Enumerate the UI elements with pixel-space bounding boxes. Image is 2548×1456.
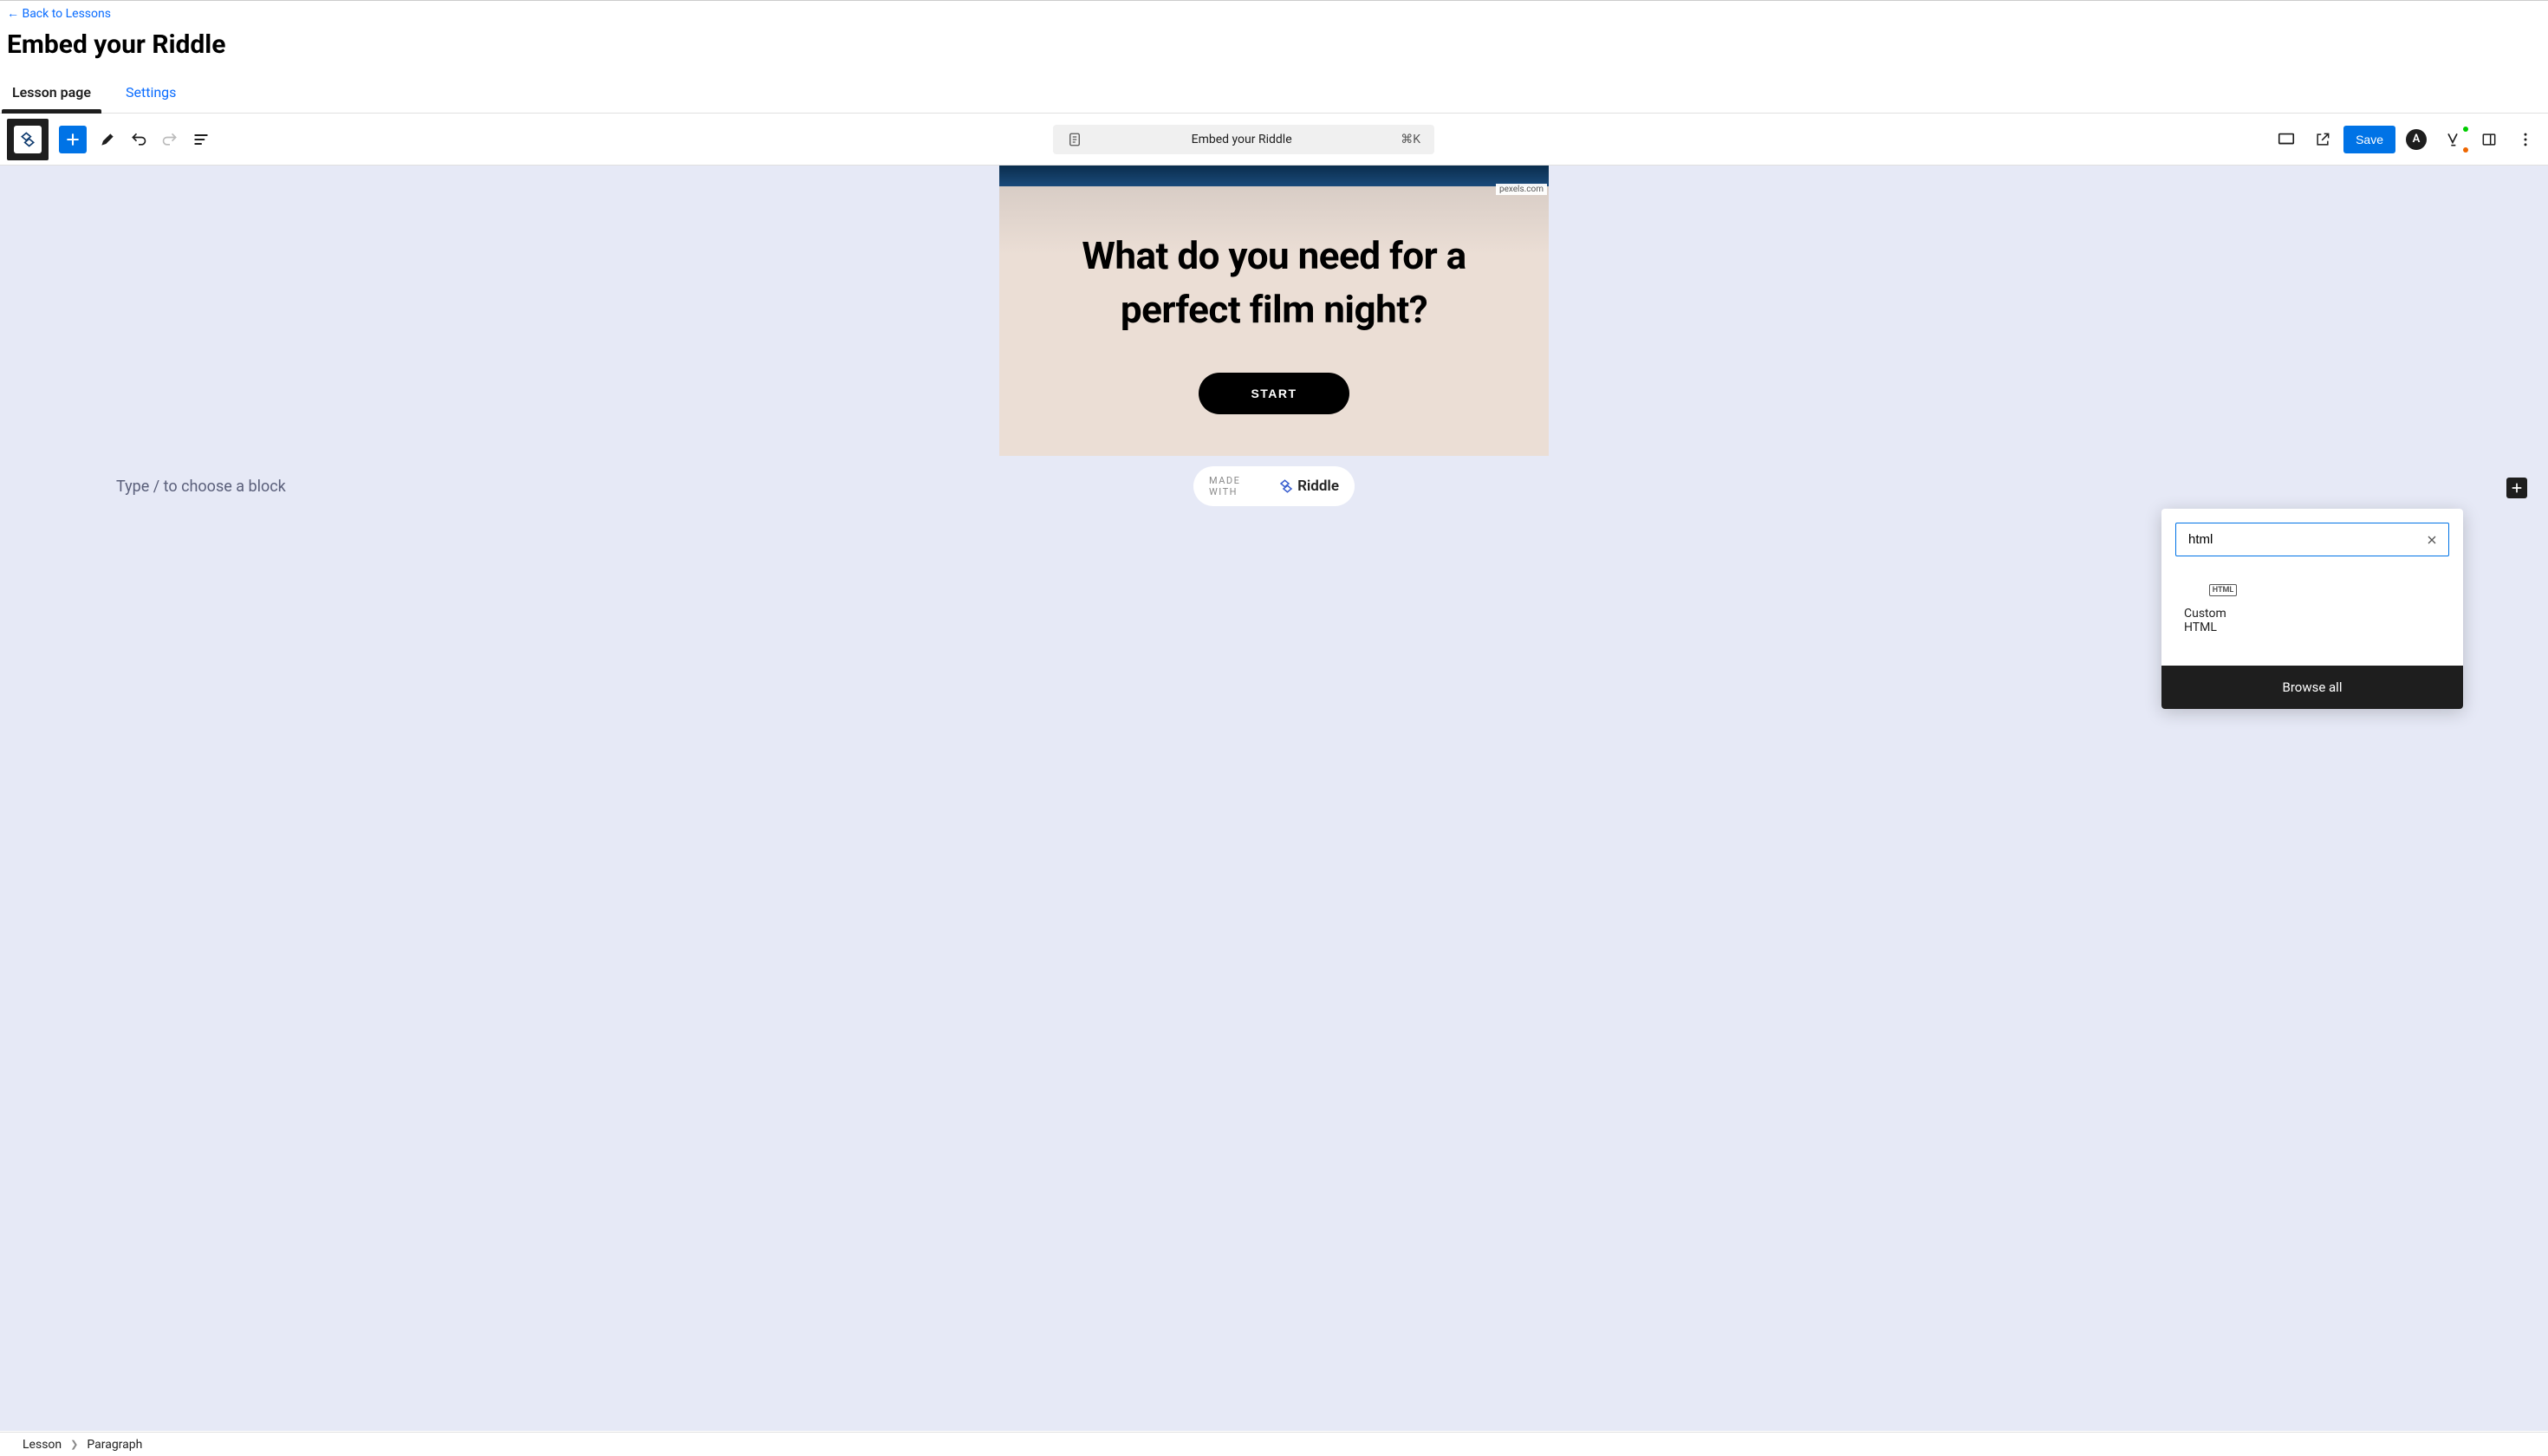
- block-breadcrumb: Lesson ❯ Paragraph: [0, 1432, 2548, 1456]
- more-vertical-icon: [2517, 131, 2534, 148]
- page-tabs: Lesson page Settings: [0, 72, 2548, 114]
- edit-tool-button[interactable]: [92, 124, 123, 155]
- breadcrumb-root[interactable]: Lesson: [23, 1438, 62, 1452]
- plus-icon: [64, 131, 81, 148]
- riddle-embed-block[interactable]: pexels.com What do you need for a perfec…: [999, 166, 1549, 456]
- close-icon: [2425, 533, 2439, 547]
- block-result-label: Custom HTML: [2184, 607, 2262, 634]
- html-badge-icon: HTML: [2209, 584, 2238, 596]
- back-to-lessons-link[interactable]: ← Back to Lessons: [7, 6, 111, 21]
- inline-add-block-button[interactable]: [2506, 478, 2527, 498]
- block-search-input[interactable]: [2175, 523, 2449, 556]
- seo-status-button[interactable]: [2437, 124, 2468, 155]
- view-external-button[interactable]: [2307, 124, 2338, 155]
- chevron-right-icon: ❯: [70, 1439, 78, 1450]
- add-block-button[interactable]: [59, 126, 87, 153]
- riddle-logo-icon: [19, 131, 36, 148]
- page-title: Embed your Riddle: [0, 21, 2548, 72]
- block-inserter-popup: HTML Custom HTML Browse all: [2161, 509, 2463, 709]
- command-shortcut: ⌘K: [1401, 133, 1420, 146]
- redo-icon: [161, 131, 179, 148]
- paragraph-block[interactable]: Type / to choose a block: [116, 478, 2432, 496]
- desktop-icon: [2277, 130, 2296, 149]
- redo-button: [154, 124, 185, 155]
- paragraph-placeholder: Type / to choose a block: [116, 478, 2432, 496]
- avatar-initial: A: [2406, 129, 2427, 150]
- external-link-icon: [2314, 131, 2331, 148]
- list-icon: [192, 131, 210, 148]
- browse-all-button[interactable]: Browse all: [2161, 666, 2463, 709]
- document-overview-button[interactable]: [185, 124, 217, 155]
- tab-settings[interactable]: Settings: [120, 72, 181, 113]
- avatar-button[interactable]: A: [2401, 124, 2432, 155]
- riddle-hero-image: [999, 166, 1549, 186]
- panel-icon: [2480, 131, 2498, 148]
- app-logo[interactable]: [7, 119, 49, 160]
- undo-icon: [130, 131, 147, 148]
- breadcrumb-current[interactable]: Paragraph: [87, 1438, 142, 1452]
- document-title-pill[interactable]: Embed your Riddle ⌘K: [1053, 125, 1434, 154]
- plus-icon: [2510, 481, 2524, 495]
- riddle-start-button[interactable]: START: [1199, 373, 1349, 414]
- view-desktop-button[interactable]: [2271, 124, 2302, 155]
- yoast-icon: [2444, 131, 2461, 148]
- block-result-custom-html[interactable]: HTML Custom HTML: [2175, 574, 2271, 645]
- pencil-icon: [99, 131, 116, 148]
- tab-lesson-page[interactable]: Lesson page: [7, 72, 96, 113]
- clear-search-button[interactable]: [2425, 533, 2439, 547]
- status-dot-orange: [2463, 147, 2468, 153]
- save-button[interactable]: Save: [2343, 126, 2395, 153]
- image-credit: pexels.com: [1496, 184, 1547, 195]
- undo-button[interactable]: [123, 124, 154, 155]
- status-dot-green: [2463, 127, 2468, 132]
- document-title: Embed your Riddle: [1093, 133, 1390, 146]
- document-icon: [1067, 132, 1082, 147]
- editor-canvas[interactable]: pexels.com What do you need for a perfec…: [0, 166, 2548, 1431]
- riddle-question: What do you need for a perfect film nigh…: [1034, 230, 1514, 336]
- options-menu-button[interactable]: [2510, 124, 2541, 155]
- editor-toolbar: Embed your Riddle ⌘K Save A: [0, 114, 2548, 166]
- sidebar-toggle-button[interactable]: [2473, 124, 2505, 155]
